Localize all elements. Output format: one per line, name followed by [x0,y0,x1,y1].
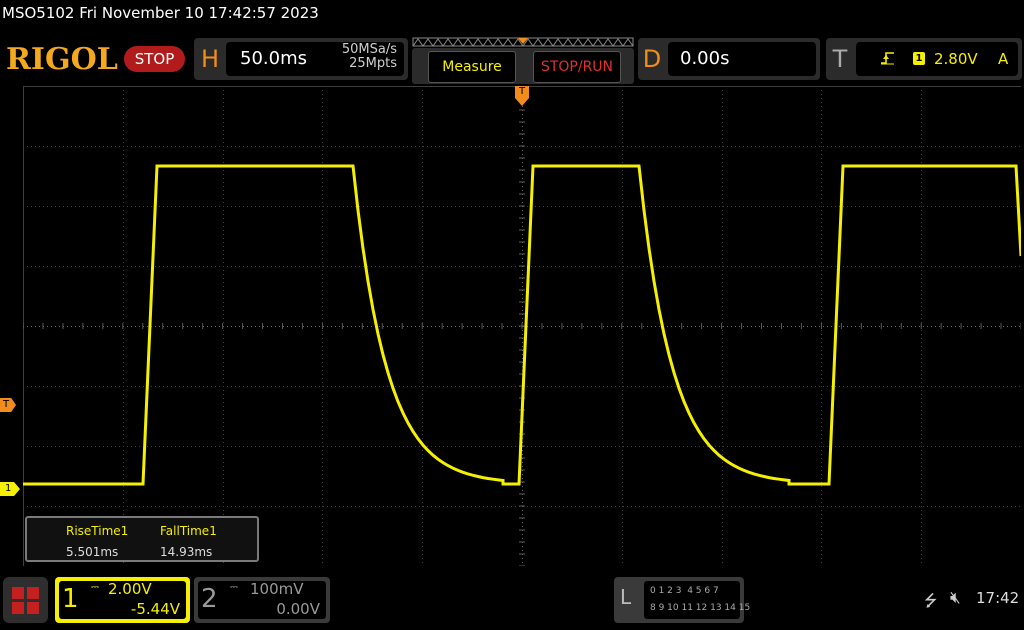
stop-run-button[interactable]: STOP/RUN [533,51,621,83]
measure-button[interactable]: Measure [428,51,516,83]
waveform-display[interactable] [23,86,1021,566]
logic-channels-row1: 0 1 2 3 4 5 6 7 [650,586,719,596]
graticule [23,86,1021,566]
delay-value: 0.00s [680,48,730,69]
trigger-level: 2.80V [934,50,978,68]
system-clock: 17:42 [976,589,1020,607]
timebase-scale: 50.0ms [240,48,307,69]
horizontal-letter: H [200,45,220,73]
ch1-coupling-icon: ⎓ [91,582,99,593]
ch2-coupling-icon: ⎓ [230,582,238,593]
delay-letter: D [642,45,662,73]
ch2-offset: 0.00V [276,600,320,618]
trigger-channel-badge: 1 [913,52,925,65]
device-status-line: MSO5102 Fri November 10 17:42:57 2023 [2,4,319,22]
logic-channels-row2: 8 9 10 11 12 13 14 15 [650,603,751,613]
sample-rate: 50MSa/s [341,42,397,57]
run-state-badge[interactable]: STOP [124,46,185,72]
ch1-offset-marker[interactable]: 1 [0,482,20,496]
trigger-letter: T [832,45,848,73]
trigger-level-marker[interactable]: T [0,398,16,412]
speaker-mute-icon[interactable]: 🔇︎ [950,588,961,608]
logic-letter: L [620,585,632,609]
ch1-scale: 2.00V [108,580,152,598]
memory-depth: 25Mpts [349,56,397,71]
fall-time-label: FallTime1 [160,524,217,538]
ch1-number: 1 [62,584,79,614]
trigger-source: A [998,50,1009,68]
measurement-panel[interactable] [25,516,259,562]
ch2-scale: 100mV [250,580,304,598]
usb-icon: ⭍ [924,591,938,610]
fall-time-value: 14.93ms [160,545,213,559]
ch2-number: 2 [201,584,218,614]
rising-edge-icon [881,52,894,65]
ch1-offset: -5.44V [130,600,180,618]
menu-grid-icon [12,587,39,614]
rise-time-label: RiseTime1 [66,524,129,538]
brand-logo: RIGOL [6,42,118,77]
rise-time-value: 5.501ms [66,545,119,559]
